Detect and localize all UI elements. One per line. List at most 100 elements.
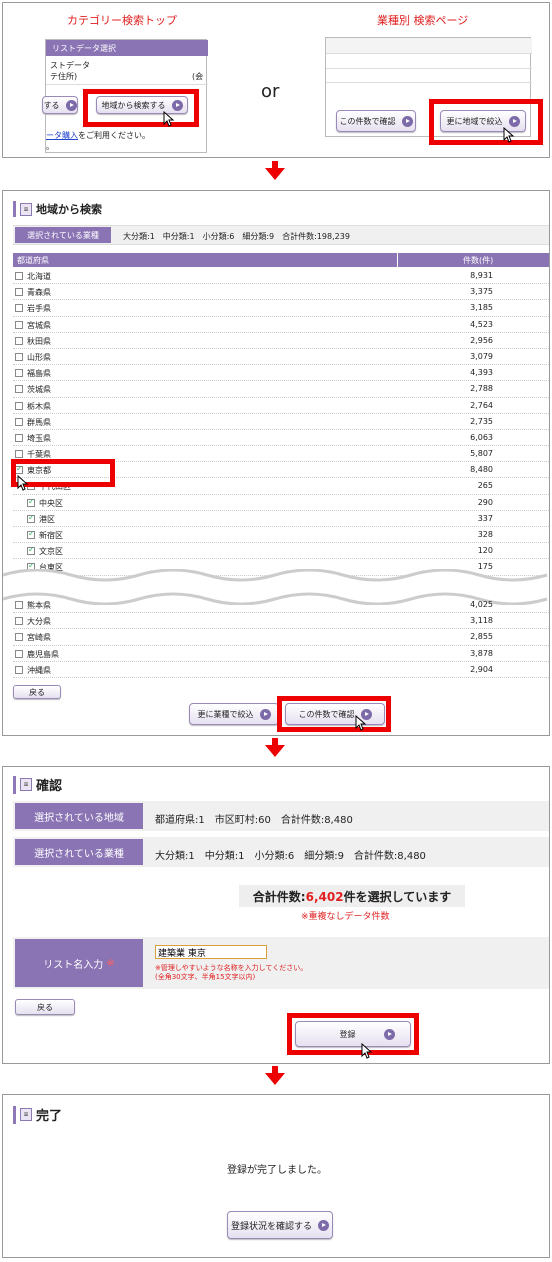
table-row[interactable]: 秋田県 2,956 xyxy=(13,333,549,349)
region-panel: ≡ 地域から検索 選択されている業種 大分類:1 中分類:1 小分類:6 細分類… xyxy=(2,190,550,736)
pref-checkbox[interactable] xyxy=(15,617,23,626)
table-row[interactable]: 宮崎県 2,855 xyxy=(13,629,549,646)
table-row[interactable]: 宮城県 4,523 xyxy=(13,317,549,333)
play-icon xyxy=(401,115,413,127)
pref-count: 5,807 xyxy=(470,449,493,459)
confirm-title: ≡ 確認 xyxy=(13,775,62,794)
pref-checkbox[interactable] xyxy=(15,336,23,345)
table-row[interactable]: 新宿区 328 xyxy=(13,527,549,544)
pref-name: 青森県 xyxy=(27,288,51,298)
confirm-count-button[interactable]: この件数で確認 xyxy=(336,110,416,132)
pref-checkbox[interactable] xyxy=(15,649,23,658)
table-row[interactable]: 沖縄県 2,904 xyxy=(13,662,549,678)
table-row[interactable]: 群馬県 2,735 xyxy=(13,414,549,430)
left-line1: ストデータ xyxy=(50,61,90,70)
left-partial-button[interactable]: する xyxy=(42,96,78,114)
table-row[interactable]: 鹿児島県 3,878 xyxy=(13,646,549,662)
doc-icon: ≡ xyxy=(20,202,32,216)
check-status-button[interactable]: 登録状況を確認する xyxy=(227,1211,333,1239)
done-panel: ≡ 完了 登録が完了しました。 登録状況を確認する xyxy=(2,1094,550,1258)
table-row[interactable]: 中央区 290 xyxy=(13,495,549,511)
table-row[interactable]: 大分県 3,118 xyxy=(13,613,549,630)
pref-checkbox[interactable] xyxy=(15,433,23,442)
pref-name: 茨城県 xyxy=(27,385,51,395)
title-bar xyxy=(13,201,16,217)
left-dot: 。 xyxy=(46,142,54,151)
pref-count: 2,855 xyxy=(470,632,493,642)
pref-checkbox[interactable] xyxy=(15,272,23,280)
col-count: 件数(件) xyxy=(463,256,494,265)
pref-checkbox[interactable] xyxy=(15,401,23,410)
table-row[interactable]: 港区 337 xyxy=(13,511,549,527)
pref-checkbox[interactable] xyxy=(15,369,23,378)
pref-count: 290 xyxy=(477,497,493,507)
down-arrow-icon xyxy=(265,1073,285,1085)
pref-name: 大分県 xyxy=(27,617,51,627)
pref-count: 2,764 xyxy=(470,400,493,410)
pref-checkbox[interactable] xyxy=(27,529,35,539)
table-row[interactable]: 北海道 8,931 xyxy=(13,268,549,285)
pref-count: 8,480 xyxy=(470,465,493,475)
pref-count: 328 xyxy=(477,530,493,539)
pref-count: 3,185 xyxy=(470,303,493,313)
pref-table-top: 北海道 8,931 青森県 3,375 岩手県 3,185 宮城県 4,523 秋田県 2,956… xyxy=(13,268,549,576)
pref-count: 337 xyxy=(477,513,493,523)
doc-icon: ≡ xyxy=(20,1108,32,1121)
play-icon xyxy=(318,1219,329,1231)
pref-checkbox[interactable] xyxy=(15,320,23,329)
table-header: 都道府県 件数(件) xyxy=(13,253,549,267)
check-status-label: 登録状況を確認する xyxy=(230,1221,312,1232)
down-arrow-icon xyxy=(265,168,285,180)
table-row[interactable]: 岩手県 3,185 xyxy=(13,300,549,317)
back-button[interactable]: 戻る xyxy=(15,999,75,1015)
list-name-label-text: リスト名入力 xyxy=(43,959,104,971)
confirm-count-label: この件数で確認 xyxy=(339,116,396,126)
pref-name: 熊本県 xyxy=(27,601,51,610)
pref-checkbox[interactable] xyxy=(15,450,23,459)
pref-checkbox[interactable] xyxy=(27,513,35,523)
pref-checkbox[interactable] xyxy=(15,288,23,297)
left-partial-label: する xyxy=(43,100,60,110)
col-pref: 都道府県 xyxy=(17,256,49,265)
pref-checkbox[interactable] xyxy=(15,417,23,426)
pref-name: 栃木県 xyxy=(27,401,51,411)
selected-industry-label: 選択されている業種 xyxy=(15,227,111,243)
left-line2-right: (会 xyxy=(192,72,204,81)
pref-checkbox[interactable] xyxy=(27,545,35,556)
narrow-by-industry-button[interactable]: 更に業種で絞込 xyxy=(189,703,279,725)
region-title: ≡ 地域から検索 xyxy=(13,201,102,217)
table-row[interactable]: 福島県 4,393 xyxy=(13,365,549,382)
pref-name: 文京区 xyxy=(39,547,63,557)
pref-checkbox[interactable] xyxy=(15,601,23,609)
table-row[interactable]: 青森県 3,375 xyxy=(13,284,549,301)
table-row[interactable]: 栃木県 2,764 xyxy=(13,398,549,414)
back-button[interactable]: 戻る xyxy=(13,685,61,699)
cursor-icon xyxy=(163,111,175,127)
cursor-icon xyxy=(361,1043,373,1059)
table-row[interactable]: 文京区 120 xyxy=(13,543,549,560)
purchase-link[interactable]: ータ購入 xyxy=(46,131,78,140)
pref-name: 鹿児島県 xyxy=(27,649,59,659)
pref-name: 北海道 xyxy=(27,272,51,281)
total-prefix: 合計件数: xyxy=(252,890,306,904)
total-note: ※重複なしデータ件数 xyxy=(301,912,390,922)
pref-checkbox[interactable] xyxy=(15,304,23,313)
pref-checkbox[interactable] xyxy=(15,352,23,361)
purchase-text: をご利用ください。 xyxy=(78,131,150,140)
table-row[interactable]: 山形県 3,079 xyxy=(13,349,549,366)
table-row[interactable]: 熊本県 4,025 xyxy=(13,597,549,614)
play-icon xyxy=(259,708,271,720)
table-row[interactable]: 茨城県 2,788 xyxy=(13,381,549,398)
list-name-input[interactable] xyxy=(155,945,267,959)
pref-checkbox[interactable] xyxy=(27,497,35,507)
pref-checkbox[interactable] xyxy=(15,665,23,674)
table-row[interactable]: 埼玉県 6,063 xyxy=(13,430,549,447)
confirm-title-text: 確認 xyxy=(36,779,63,794)
pref-count: 3,878 xyxy=(470,648,493,658)
pref-checkbox[interactable] xyxy=(15,385,23,394)
pref-checkbox[interactable] xyxy=(15,633,23,642)
list-note-2: (全角30文字、半角15文字以内) xyxy=(155,973,256,981)
pref-name: 山形県 xyxy=(27,352,51,362)
left-line2: テ住所) xyxy=(50,72,78,81)
doc-icon: ≡ xyxy=(20,778,32,791)
